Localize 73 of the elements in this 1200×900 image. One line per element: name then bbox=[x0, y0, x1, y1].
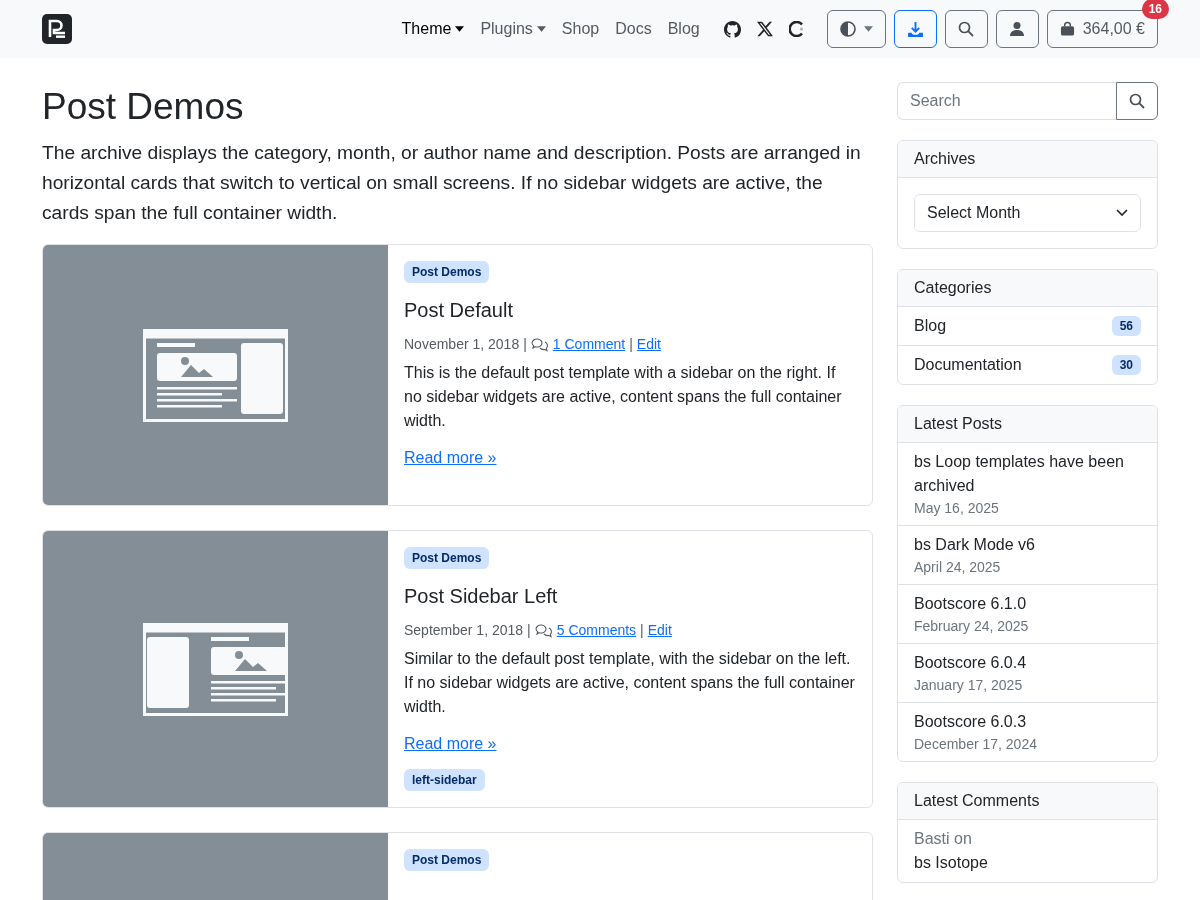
nav-link[interactable]: Plugins bbox=[472, 12, 554, 46]
meta-separator: | bbox=[640, 622, 644, 638]
latest-post-link[interactable]: Bootscore 6.1.0 bbox=[914, 592, 1141, 616]
widget-title: Latest Comments bbox=[898, 783, 1157, 820]
post-title[interactable]: Post Sidebar Left bbox=[404, 585, 856, 608]
widget-title: Archives bbox=[898, 141, 1157, 178]
widget-title: Categories bbox=[898, 270, 1157, 307]
comments-icon bbox=[534, 622, 553, 638]
github-icon[interactable] bbox=[723, 20, 741, 38]
category-badge[interactable]: Post Demos bbox=[404, 261, 490, 283]
post-date: September 1, 2018 bbox=[404, 622, 524, 638]
x-logo-icon[interactable] bbox=[756, 21, 773, 37]
post-date: December 17, 2024 bbox=[914, 735, 1038, 754]
comment-author: Basti on bbox=[914, 829, 973, 849]
webpage-layout-icon bbox=[143, 328, 288, 422]
contrast-icon bbox=[839, 21, 856, 37]
latest-post-link[interactable]: Bootscore 6.0.4 bbox=[914, 651, 1141, 675]
post-thumbnail[interactable] bbox=[43, 245, 388, 505]
post-date: January 17, 2025 bbox=[914, 676, 1024, 695]
cart-count-badge: 16 bbox=[1141, 0, 1169, 19]
shopping-bag-icon bbox=[1059, 21, 1075, 37]
latest-post-link[interactable]: bs Dark Mode v6 bbox=[914, 533, 1141, 557]
post-excerpt: This is the default post template with a sidebar on the right. If no sidebar widgets are active, content spans the full container width. bbox=[404, 363, 843, 431]
search-icon bbox=[958, 21, 975, 37]
comment-post-link[interactable]: bs Isotope bbox=[914, 851, 1141, 875]
meta-separator: | bbox=[527, 622, 531, 638]
read-more-link[interactable]: Read more » bbox=[404, 449, 497, 467]
nav-link[interactable]: Theme bbox=[393, 12, 473, 46]
category-badge[interactable]: Post Demos bbox=[404, 547, 490, 569]
post-date: November 1, 2018 bbox=[404, 336, 520, 352]
chevron-down-icon bbox=[1116, 209, 1128, 217]
download-icon bbox=[906, 20, 924, 38]
webpage-layout-icon bbox=[143, 622, 288, 716]
search-icon bbox=[1129, 93, 1145, 109]
page-title: Post Demos bbox=[42, 86, 245, 128]
comments-link[interactable]: 5 Comments bbox=[556, 622, 637, 638]
edit-link[interactable]: Edit bbox=[647, 622, 672, 638]
nav-link[interactable]: Shop bbox=[553, 12, 608, 46]
nav-link[interactable]: Docs bbox=[607, 12, 660, 46]
category-link[interactable]: Documentation bbox=[914, 353, 1022, 377]
post-count-badge: 56 bbox=[1111, 316, 1141, 336]
meta-separator: | bbox=[523, 336, 527, 352]
post-count-badge: 30 bbox=[1111, 355, 1141, 375]
comments-link[interactable]: 1 Comment bbox=[552, 336, 626, 352]
month-select[interactable]: Select Month bbox=[914, 194, 1141, 232]
ring-icon[interactable] bbox=[788, 21, 805, 37]
theme-button[interactable] bbox=[826, 10, 886, 48]
latest-post-link[interactable]: bs Loop templates have been archived bbox=[914, 450, 1141, 498]
post-date: February 24, 2025 bbox=[914, 617, 1030, 636]
nav-link[interactable]: Blog bbox=[659, 12, 708, 46]
category-badge[interactable]: Post Demos bbox=[404, 849, 490, 871]
post-thumbnail[interactable] bbox=[43, 531, 388, 807]
caret-icon bbox=[863, 26, 873, 32]
search-button[interactable] bbox=[1116, 82, 1158, 120]
category-link[interactable]: Blog bbox=[914, 314, 947, 338]
post-date: May 16, 2025 bbox=[914, 499, 1000, 518]
read-more-link[interactable]: Read more » bbox=[404, 735, 497, 753]
latest-post-link[interactable]: Bootscore 6.0.3 bbox=[914, 710, 1141, 734]
widget-title: Latest Posts bbox=[898, 406, 1157, 443]
search-field[interactable]: Search bbox=[897, 82, 1116, 120]
user-button[interactable] bbox=[995, 10, 1039, 48]
download-button[interactable] bbox=[893, 10, 937, 48]
edit-link[interactable]: Edit bbox=[636, 336, 661, 352]
meta-separator: | bbox=[629, 336, 633, 352]
archive-description: The archive displays the category, month, or author name and description. Posts are arranged in horizontal cards that switch to vertical on small screens. If no sidebar widgets are active, the cards span the full container width. bbox=[42, 141, 862, 225]
post-excerpt: Similar to the default post template, with the sidebar on the left. If no sidebar widgets are active, content spans the full container width. bbox=[404, 649, 856, 717]
post-title[interactable]: Post Default bbox=[404, 299, 856, 322]
search-button[interactable] bbox=[944, 10, 988, 48]
post-date: April 24, 2025 bbox=[914, 558, 1002, 577]
logo-icon[interactable] bbox=[42, 14, 72, 44]
user-icon bbox=[1009, 21, 1026, 37]
tag-badge[interactable]: left-sidebar bbox=[404, 769, 485, 791]
comments-icon bbox=[530, 336, 549, 352]
